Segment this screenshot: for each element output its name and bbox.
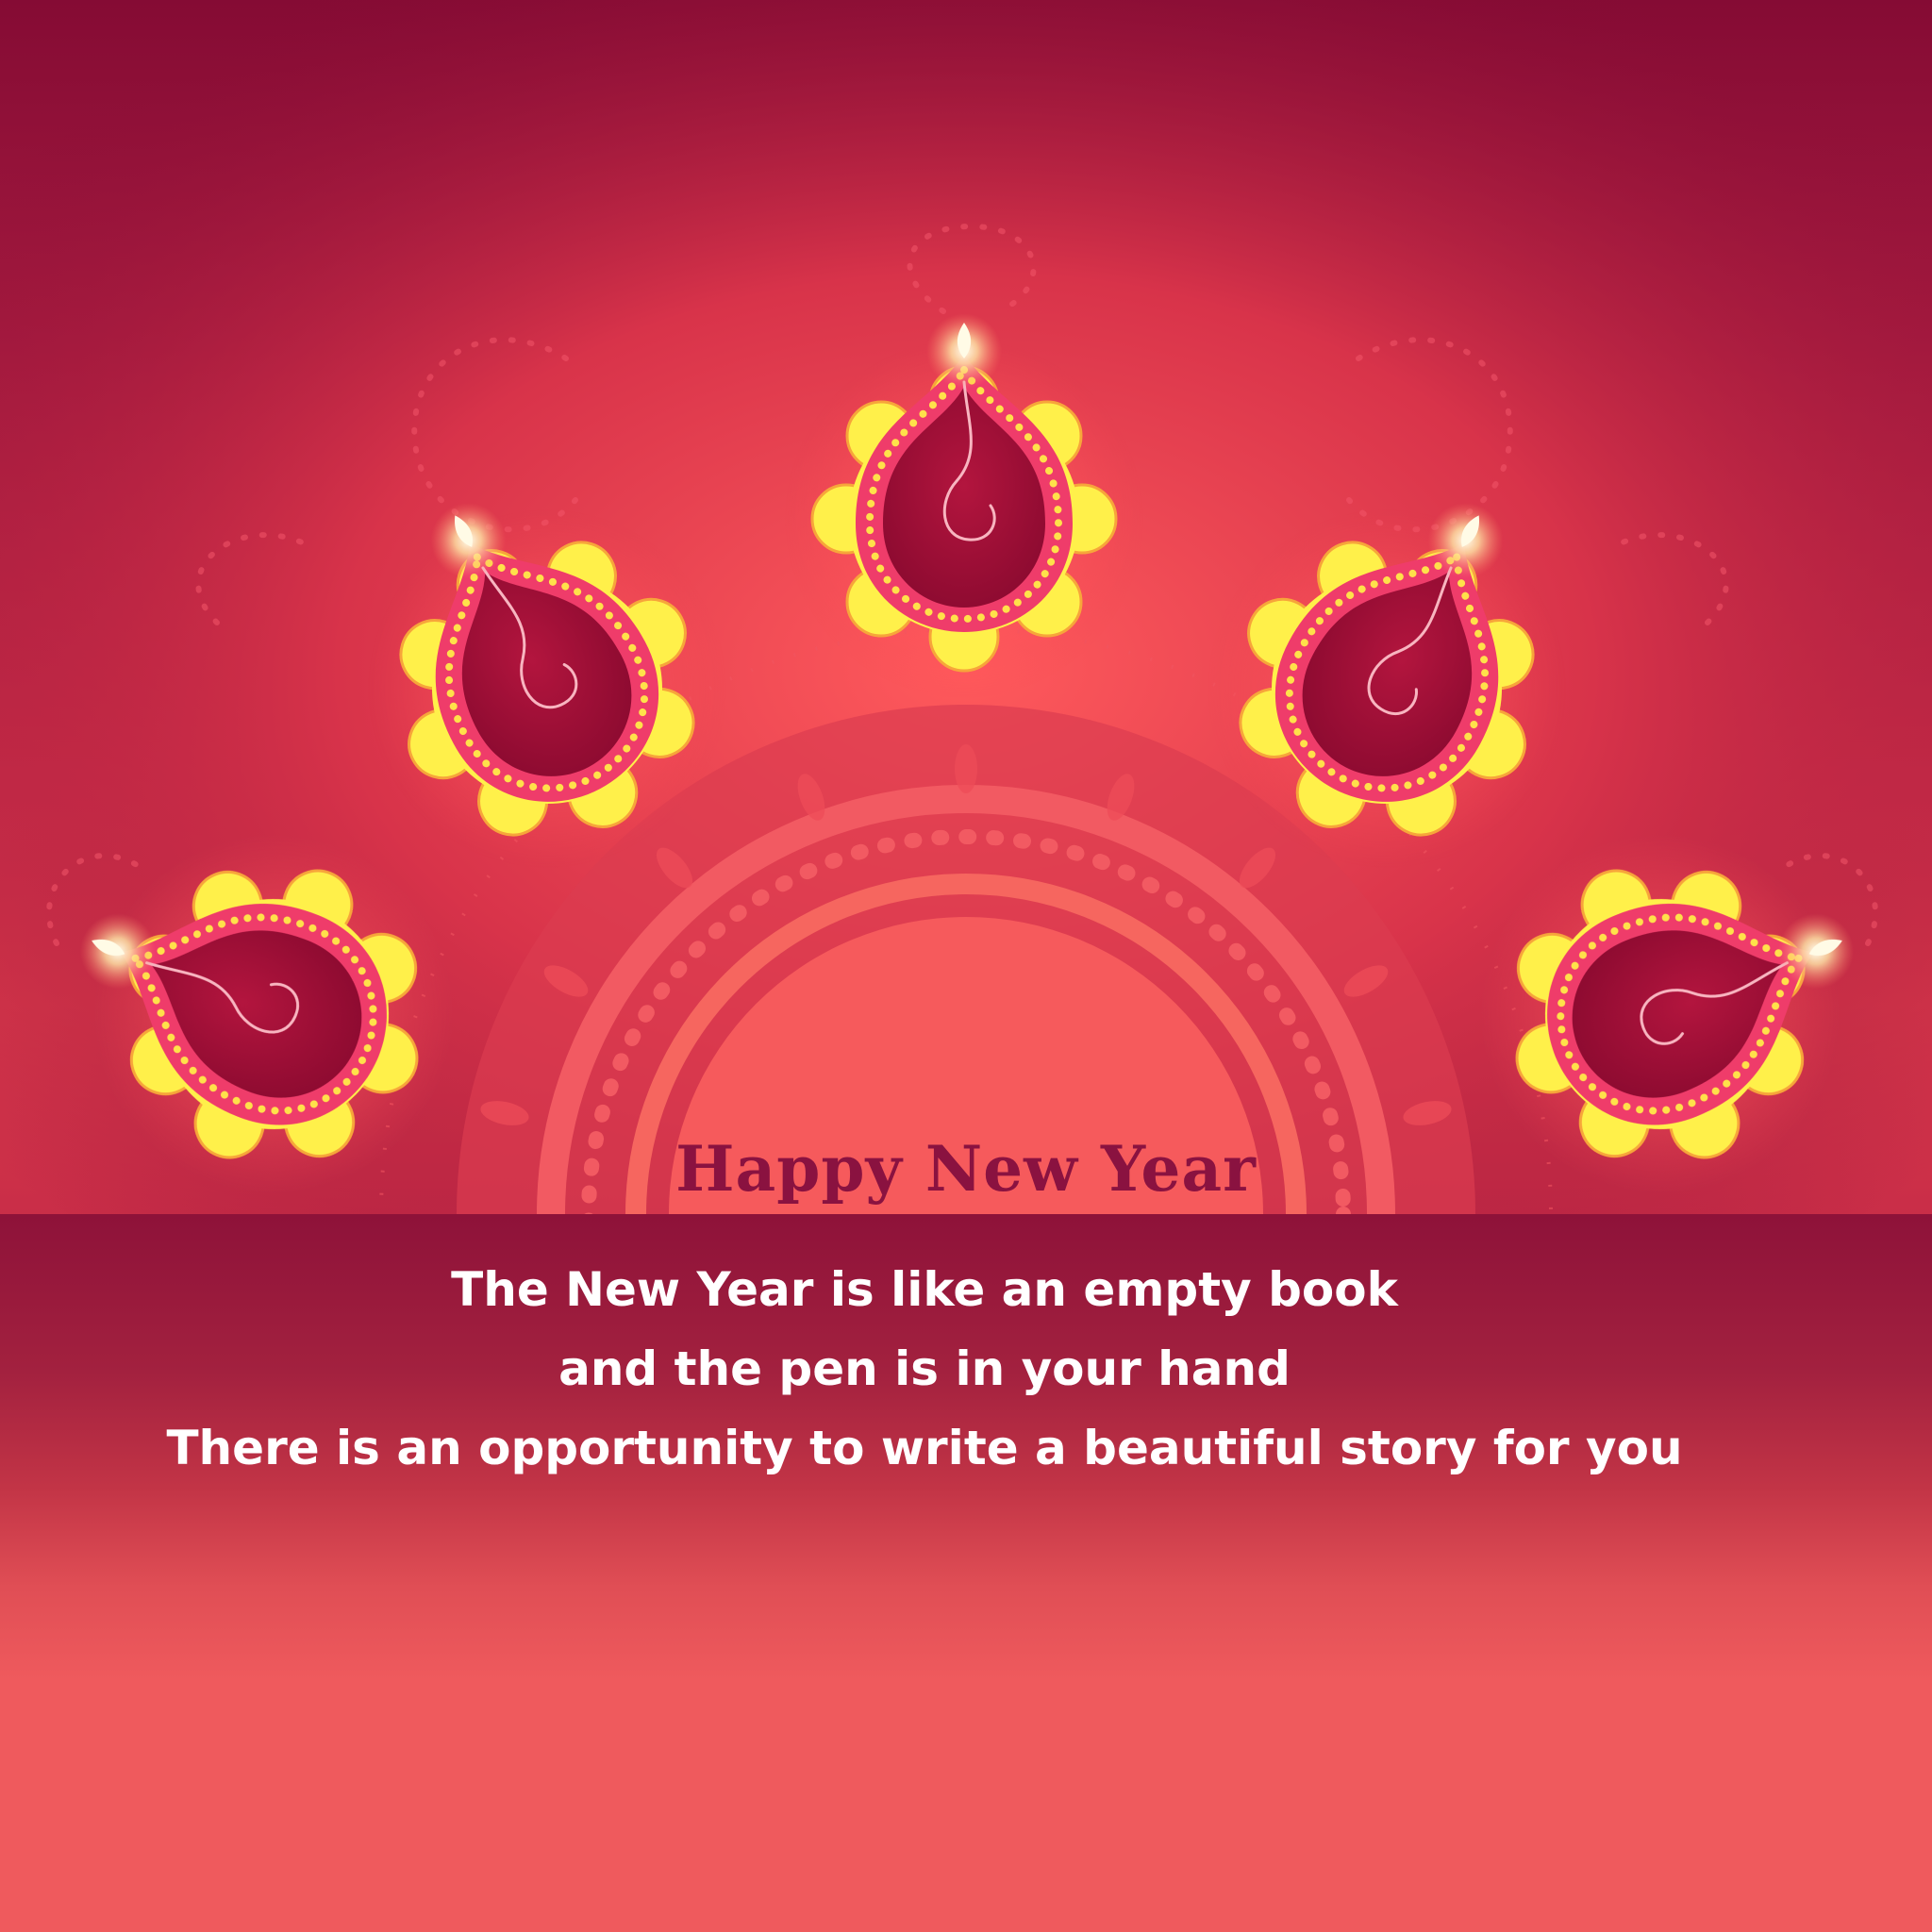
quote-line: and the pen is in your hand: [558, 1341, 1291, 1396]
greeting-title: Happy New Year: [675, 1132, 1257, 1206]
quote-line: There is an opportunity to write a beaut…: [166, 1421, 1683, 1475]
quote-band: [0, 1214, 1932, 1932]
quote-line: The New Year is like an empty book: [451, 1262, 1398, 1317]
greeting-card: Happy New Year The New Year is like an e…: [0, 0, 1932, 1932]
festive-illustration: [0, 0, 1932, 1214]
